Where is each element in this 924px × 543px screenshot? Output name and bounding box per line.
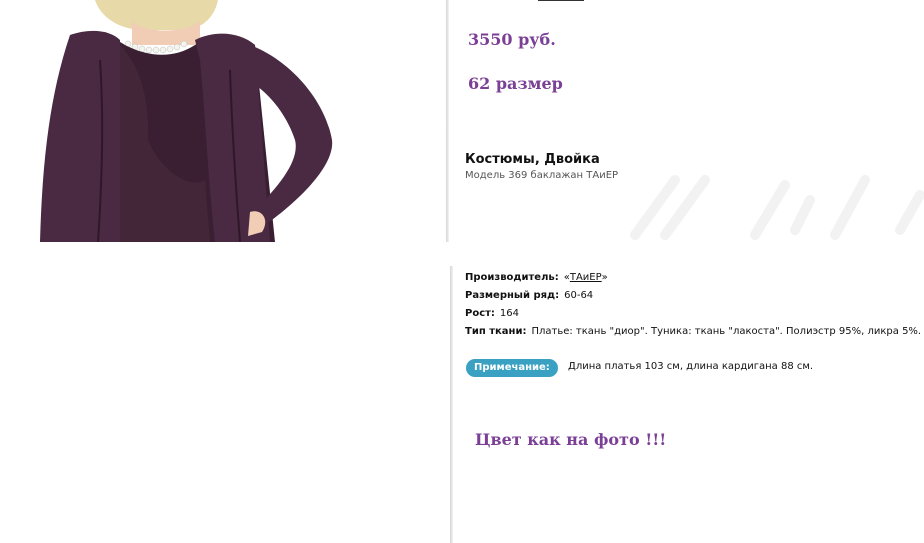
spec-height: Рост: 164	[465, 308, 519, 319]
column-divider-bottom	[450, 266, 453, 543]
product-photo[interactable]	[0, 0, 446, 242]
spec-fabric-value: Платье: ткань "диор". Туника: ткань "лак…	[531, 326, 922, 337]
product-photo-illustration	[40, 0, 333, 242]
manufacturer-link[interactable]: ТАиЕР	[570, 272, 602, 283]
color-note: Цвет как на фото !!!	[475, 430, 667, 449]
price-text: 3550 руб.	[468, 30, 556, 49]
spec-size-range: Размерный ряд: 60-64	[465, 290, 593, 301]
spec-size-range-label: Размерный ряд:	[465, 290, 560, 301]
spec-height-label: Рост:	[465, 308, 495, 319]
top-underline	[538, 0, 584, 1]
spec-fabric: Тип ткани: Платье: ткань "диор". Туника: …	[465, 326, 921, 337]
spec-manufacturer-label: Производитель:	[465, 272, 559, 283]
note-text: Длина платья 103 см, длина кардигана 88 …	[568, 361, 814, 372]
note-badge: Примечание:	[466, 359, 558, 377]
spec-fabric-label: Тип ткани:	[465, 326, 527, 337]
spec-height-value: 164	[499, 308, 520, 319]
column-divider-top	[446, 0, 449, 242]
spec-manufacturer-close-quote: »	[601, 272, 608, 283]
product-model: Модель 369 баклажан ТАиЕР	[465, 170, 619, 181]
size-text: 62 размер	[468, 74, 563, 93]
spec-size-range-value: 60-64	[564, 290, 594, 301]
product-title: Костюмы, Двойка	[465, 152, 600, 167]
watermark	[620, 160, 924, 242]
spec-manufacturer: Производитель: «ТАиЕР»	[465, 272, 608, 283]
